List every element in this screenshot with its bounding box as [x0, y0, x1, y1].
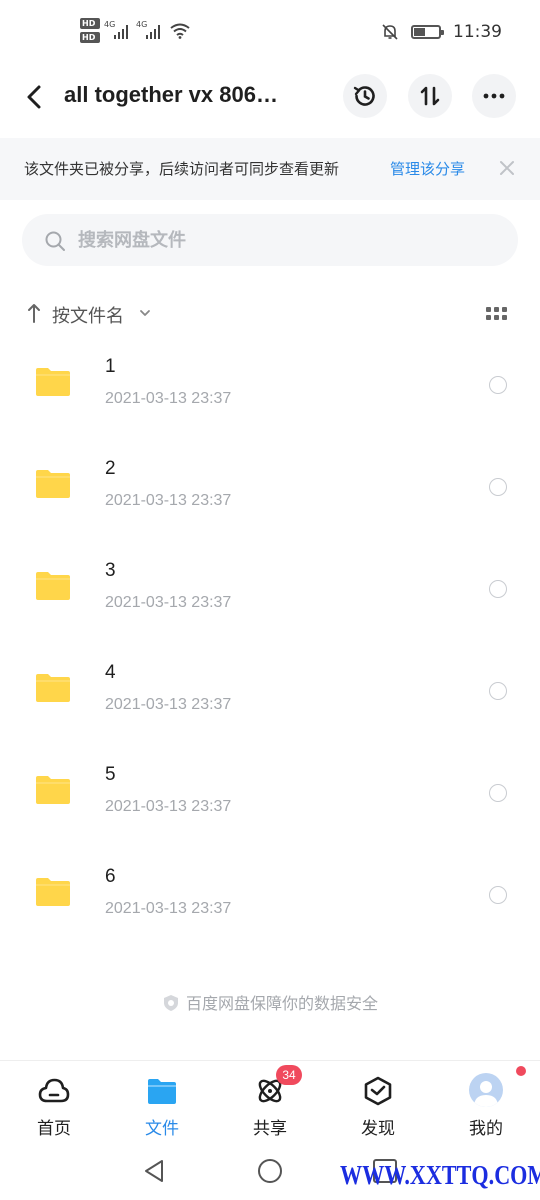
folder-icon [36, 878, 70, 906]
search-icon [45, 231, 65, 251]
back-triangle-icon[interactable] [140, 1156, 170, 1186]
clock: 11:39 [453, 22, 502, 42]
folder-icon [36, 470, 70, 498]
tab-label: 共享 [253, 1119, 287, 1139]
close-icon[interactable] [497, 158, 517, 178]
file-list: 1 2021-03-13 23:37 2 2021-03-13 23:37 3 … [0, 334, 540, 946]
list-item[interactable]: 1 2021-03-13 23:37 [0, 334, 540, 436]
hd-label-1: HD [80, 18, 100, 29]
folder-icon [36, 674, 70, 702]
grid-view-icon[interactable] [486, 304, 510, 324]
sort-row: 按文件名 [0, 296, 540, 332]
mute-bell-icon [382, 24, 398, 40]
select-radio[interactable] [489, 682, 507, 700]
tab-discover[interactable]: 发现 [324, 1061, 432, 1145]
battery-icon [411, 25, 444, 39]
search-input[interactable] [78, 226, 498, 254]
select-radio[interactable] [489, 478, 507, 496]
home-circle-icon[interactable] [255, 1156, 285, 1186]
hd-indicators: HD HD [80, 18, 100, 43]
manage-share-link[interactable]: 管理该分享 [390, 158, 465, 179]
transfer-icon [420, 86, 440, 106]
sim2-label: 4G [136, 19, 148, 29]
file-name: 6 [105, 866, 116, 887]
security-note: 百度网盘保障你的数据安全 [0, 990, 540, 1014]
folder-icon [148, 1079, 176, 1104]
file-name: 4 [105, 662, 116, 683]
list-item[interactable]: 2 2021-03-13 23:37 [0, 436, 540, 538]
folder-icon [36, 572, 70, 600]
file-date: 2021-03-13 23:37 [105, 798, 232, 815]
select-radio[interactable] [489, 886, 507, 904]
avatar-icon [469, 1073, 503, 1107]
wifi-icon [170, 23, 190, 39]
sim1-label: 4G [104, 19, 116, 29]
tab-bar: 首页 文件 34 共享 发现 我的 [0, 1060, 540, 1144]
file-date: 2021-03-13 23:37 [105, 390, 232, 407]
tab-me[interactable]: 我的 [432, 1061, 540, 1145]
security-text: 百度网盘保障你的数据安全 [185, 994, 378, 1013]
history-button[interactable] [343, 74, 387, 118]
tab-files[interactable]: 文件 [108, 1061, 216, 1145]
tab-label: 发现 [361, 1119, 395, 1139]
search-box[interactable] [22, 214, 518, 266]
share-banner: 该文件夹已被分享，后续访问者可同步查看更新 管理该分享 [0, 138, 540, 200]
hd-label-2: HD [80, 32, 100, 43]
list-item[interactable]: 4 2021-03-13 23:37 [0, 640, 540, 742]
shield-icon [163, 995, 178, 1011]
top-nav: all together vx 806… [0, 74, 540, 120]
file-date: 2021-03-13 23:37 [105, 594, 232, 611]
status-left: HD HD 4G 4G [80, 18, 190, 43]
page-title: all together vx 806… [64, 82, 278, 107]
status-bar: HD HD 4G 4G 11:39 [0, 0, 540, 62]
signal-icon: 4G [104, 19, 132, 39]
battery-fill [414, 28, 425, 36]
more-icon [483, 93, 505, 99]
list-item[interactable]: 3 2021-03-13 23:37 [0, 538, 540, 640]
list-item[interactable]: 6 2021-03-13 23:37 [0, 844, 540, 946]
tab-home[interactable]: 首页 [0, 1061, 108, 1145]
chevron-down-icon[interactable] [138, 306, 152, 320]
more-button[interactable] [472, 74, 516, 118]
folder-icon [36, 368, 70, 396]
sort-direction-icon[interactable] [26, 302, 42, 324]
file-name: 3 [105, 560, 116, 581]
file-name: 2 [105, 458, 116, 479]
notification-dot [516, 1066, 526, 1076]
cloud-icon [38, 1078, 70, 1103]
file-date: 2021-03-13 23:37 [105, 696, 232, 713]
file-date: 2021-03-13 23:37 [105, 900, 232, 917]
notification-badge: 34 [276, 1065, 302, 1085]
transfer-button[interactable] [408, 74, 452, 118]
file-name: 5 [105, 764, 116, 785]
cube-icon [364, 1076, 392, 1106]
back-arrow-icon[interactable] [20, 82, 50, 112]
signal-icon-2: 4G [136, 19, 164, 39]
tab-label: 文件 [145, 1119, 179, 1139]
tab-label: 我的 [469, 1119, 503, 1139]
select-radio[interactable] [489, 784, 507, 802]
select-radio[interactable] [489, 376, 507, 394]
select-radio[interactable] [489, 580, 507, 598]
tab-label: 首页 [37, 1119, 71, 1139]
sort-label[interactable]: 按文件名 [52, 302, 124, 328]
history-icon [353, 86, 375, 106]
status-right: 11:39 [381, 22, 502, 42]
tab-share[interactable]: 34 共享 [216, 1061, 324, 1145]
watermark: WWW.XXTTQ.COM [340, 1160, 540, 1190]
file-name: 1 [105, 356, 116, 377]
share-banner-text: 该文件夹已被分享，后续访问者可同步查看更新 [24, 160, 340, 178]
file-date: 2021-03-13 23:37 [105, 492, 232, 509]
list-item[interactable]: 5 2021-03-13 23:37 [0, 742, 540, 844]
folder-icon [36, 776, 70, 804]
